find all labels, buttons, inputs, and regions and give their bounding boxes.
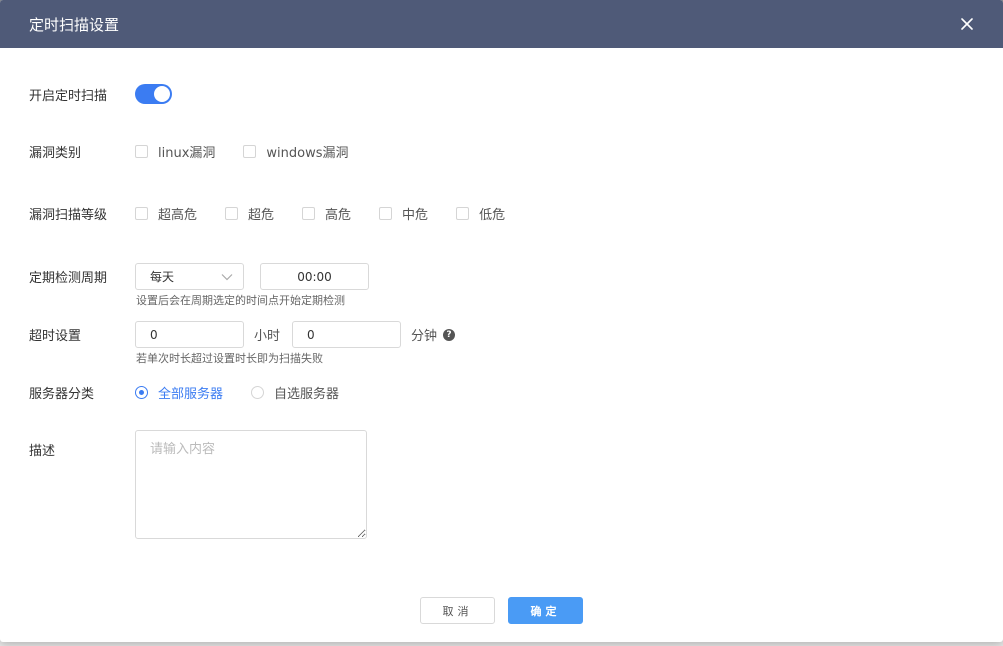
timeout-hint: 若单次时长超过设置时长即为扫描失败 (136, 352, 323, 365)
period-hint: 设置后会在周期选定的时间点开始定期检测 (136, 294, 345, 307)
scan-enabled-label: 开启定时扫描 (29, 88, 108, 104)
level-critical-checkbox[interactable]: 超危 (225, 204, 274, 223)
checkbox-label: 低危 (479, 208, 506, 223)
vuln-type-row: 漏洞类别 linux漏洞 windows漏洞 (29, 142, 377, 161)
level-medium-checkbox[interactable]: 中危 (379, 204, 428, 223)
period-select-value: 每天 (150, 270, 175, 284)
checkbox-label: linux漏洞 (158, 146, 216, 161)
checkbox-label: 超危 (248, 208, 275, 223)
description-row: 描述 (29, 440, 135, 459)
dialog-title: 定时扫描设置 (29, 15, 120, 34)
checkbox-box (135, 207, 148, 220)
radio-dot (135, 386, 148, 399)
checkbox-box (243, 145, 257, 158)
scheduled-scan-dialog: 定时扫描设置 开启定时扫描 漏洞类别 linux漏洞 windows漏洞 漏洞扫… (0, 0, 1003, 642)
period-label: 定期检测周期 (29, 271, 108, 286)
description-label: 描述 (29, 444, 56, 459)
scan-enabled-row: 开启定时扫描 (29, 84, 172, 104)
vuln-type-label: 漏洞类别 (29, 146, 82, 161)
checkbox-box (302, 207, 316, 220)
toggle-knob (154, 86, 170, 102)
level-low-checkbox[interactable]: 低危 (456, 204, 505, 223)
period-time-input[interactable] (260, 263, 369, 290)
checkbox-label: 中危 (402, 208, 429, 223)
close-icon (961, 18, 973, 30)
checkbox-label: windows漏洞 (266, 146, 349, 161)
chevron-down-icon (221, 273, 233, 280)
period-select[interactable]: 每天 (135, 263, 244, 290)
level-critical-plus-checkbox[interactable]: 超高危 (135, 204, 197, 223)
vuln-type-windows-checkbox[interactable]: windows漏洞 (243, 142, 349, 161)
scan-enabled-toggle[interactable] (135, 84, 172, 104)
server-scope-all-radio[interactable]: 全部服务器 (135, 383, 223, 402)
timeout-label: 超时设置 (29, 329, 82, 344)
checkbox-box (135, 145, 148, 158)
server-scope-label: 服务器分类 (29, 387, 95, 402)
server-scope-custom-radio[interactable]: 自选服务器 (251, 383, 339, 402)
timeout-row: 超时设置 小时 分钟 ? (29, 321, 456, 348)
vuln-type-linux-checkbox[interactable]: linux漏洞 (135, 142, 215, 161)
scan-level-row: 漏洞扫描等级 超高危 超危 高危 中危 低危 (29, 204, 533, 223)
checkbox-box (456, 207, 470, 220)
period-row: 定期检测周期 每天 (29, 263, 369, 290)
scan-level-label: 漏洞扫描等级 (29, 208, 108, 223)
close-button[interactable] (957, 14, 977, 34)
level-high-checkbox[interactable]: 高危 (302, 204, 351, 223)
timeout-hours-input[interactable] (135, 321, 244, 348)
timeout-minutes-input[interactable] (292, 321, 402, 348)
server-scope-row: 服务器分类 全部服务器 自选服务器 (29, 383, 367, 402)
dialog-header: 定时扫描设置 (0, 0, 1003, 48)
checkbox-box (225, 207, 239, 220)
description-textarea[interactable] (135, 430, 367, 539)
radio-dot (251, 386, 265, 399)
hours-unit: 小时 (254, 329, 281, 344)
checkbox-label: 超高危 (158, 208, 198, 223)
confirm-button[interactable]: 确定 (508, 597, 583, 624)
cancel-button[interactable]: 取消 (420, 597, 495, 624)
checkbox-box (379, 207, 393, 220)
help-icon[interactable]: ? (443, 328, 456, 341)
checkbox-label: 高危 (325, 208, 352, 223)
minutes-unit: 分钟 (411, 329, 438, 344)
radio-label: 全部服务器 (158, 387, 224, 402)
radio-label: 自选服务器 (274, 387, 340, 402)
